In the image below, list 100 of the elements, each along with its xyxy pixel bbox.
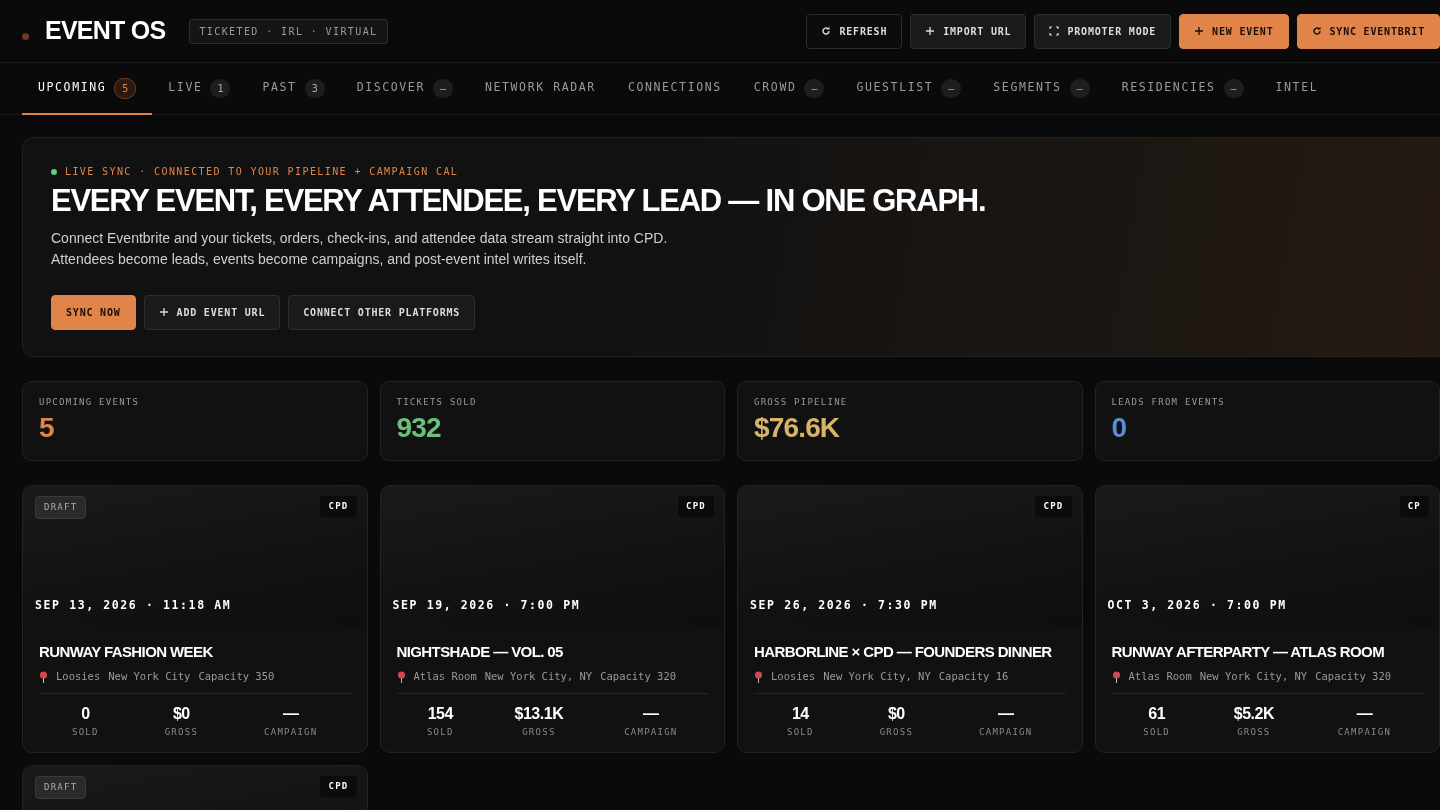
plus-icon	[158, 307, 169, 318]
header-button[interactable]: PROMOTER MODE	[1034, 13, 1172, 49]
capacity-text: Capacity 320	[1315, 669, 1392, 685]
metric-value: —	[642, 704, 660, 725]
count-badge: 1	[210, 78, 231, 98]
event-date: SEP 13, 2026 · 11:18 AM	[35, 596, 233, 614]
city-name: New York City, NY	[823, 669, 931, 685]
pin-icon	[396, 671, 406, 684]
source-tag: CPD	[1035, 495, 1072, 518]
nav-tab[interactable]: CONNECTIONS	[611, 63, 738, 115]
event-card[interactable]: CPD SEP 26, 2026 · 7:30 PM HARBORLINE × CPD — FOUNDERS DINNER Loosies New York City, NY Capacity 16 14 SOLD $0 GROSS — CAMPAIGN	[737, 484, 1083, 753]
tab-label: PAST	[262, 79, 297, 97]
stat-value: 932	[396, 413, 442, 445]
city-name: New York City	[108, 669, 191, 685]
stat-value: 0	[1111, 413, 1128, 445]
metric-label: CAMPAIGN	[624, 726, 678, 740]
pin-icon	[39, 671, 48, 684]
action-button[interactable]: ADD EVENT URL	[143, 294, 281, 330]
metric-value: —	[997, 704, 1015, 725]
event-card[interactable]: CPD SEP 19, 2026 · 7:00 PM NIGHTSHADE — VOL. 05 Atlas Room New York City, NY Capacity 320 154 SOLD $13.1K GROSS — CAMPAIGN	[379, 484, 725, 753]
nav-tab[interactable]: LIVE 1	[152, 63, 247, 115]
nav-tab[interactable]: UPCOMING 5	[22, 63, 153, 115]
count-badge: 3	[304, 78, 325, 98]
count-badge: —	[1223, 78, 1244, 98]
status-tag: DRAFT	[35, 775, 87, 800]
source-tag: CPD	[320, 775, 357, 798]
tab-label: SEGMENTS	[993, 79, 1062, 97]
city-name: New York City, NY	[484, 669, 593, 685]
capacity-text: Capacity 320	[600, 669, 677, 685]
count-badge: —	[804, 78, 825, 98]
count-badge: —	[1069, 78, 1090, 98]
tab-label: GUESTLIST	[856, 79, 934, 97]
metric-label: SOLD	[426, 726, 454, 740]
nav-tab[interactable]: DISCOVER —	[340, 63, 469, 115]
tab-label: INTEL	[1275, 79, 1319, 97]
metric-label: SOLD	[1143, 726, 1171, 740]
event-title: RUNWAY FASHION WEEK	[39, 641, 214, 662]
sync-status: LIVE SYNC · CONNECTED TO YOUR PIPELINE + CAMPAIGN CAL	[65, 165, 459, 179]
count-badge: —	[941, 78, 962, 98]
stat-label: LEADS FROM EVENTS	[1111, 395, 1227, 409]
event-title: NIGHTSHADE — VOL. 05	[396, 641, 564, 662]
metric-value: 61	[1147, 704, 1167, 725]
action-button[interactable]: CONNECT OTHER PLATFORMS	[288, 294, 476, 330]
brand-dot	[22, 32, 29, 40]
pin-icon	[1111, 671, 1121, 684]
nav-tab[interactable]: RESIDENCIES —	[1105, 63, 1260, 115]
event-card[interactable]: DRAFT CPD SEP 13, 2026 · 11:18 AM RUNWAY FASHION WEEK Loosies New York City Capacity 350 0 SOLD $0 GROSS — CAMPAIGN	[22, 484, 368, 753]
metric-label: GROSS	[1236, 726, 1272, 740]
tab-label: RESIDENCIES	[1121, 79, 1216, 97]
plus-icon	[1194, 26, 1205, 36]
metric-label: SOLD	[787, 726, 814, 740]
metric-value: 14	[790, 704, 810, 725]
header-button[interactable]: IMPORT URL	[910, 13, 1027, 49]
pin-icon	[754, 671, 763, 684]
metric-label: GROSS	[164, 726, 199, 740]
stat-value: $76.6K	[754, 413, 841, 445]
hero-title: EVERY EVENT, EVERY ATTENDEE, EVERY LEAD — IN ONE GRAPH.	[51, 185, 987, 218]
refresh-icon	[1311, 26, 1322, 36]
metric-label: CAMPAIGN	[979, 726, 1033, 740]
city-name: New York City, NY	[1199, 669, 1308, 685]
metric-value: —	[1355, 704, 1374, 725]
nav-tab[interactable]: CROWD —	[737, 63, 841, 115]
metric-value: $0	[171, 704, 191, 725]
event-title: HARBORLINE × CPD — FOUNDERS DINNER	[754, 641, 1053, 662]
nav-tab[interactable]: PAST 3	[246, 63, 341, 115]
plus-icon	[925, 26, 936, 36]
tab-label: CONNECTIONS	[627, 79, 722, 97]
app-title: EVENT OS	[45, 15, 166, 47]
header-button[interactable]: SYNC EVENTBRIT	[1296, 13, 1440, 49]
capacity-text: Capacity 350	[198, 669, 275, 685]
stat-label: TICKETS SOLD	[396, 395, 478, 409]
stat-value: 5	[39, 413, 55, 445]
metric-label: GROSS	[521, 726, 557, 740]
capacity-text: Capacity 16	[938, 669, 1009, 685]
tab-label: NETWORK RADAR	[484, 79, 596, 97]
event-card[interactable]: CP OCT 3, 2026 · 7:00 PM RUNWAY AFTERPARTY — ATLAS ROOM Atlas Room New York City, NY Capacity 320 61 SOLD $5.2K GROSS — CAMPAIGN	[1094, 484, 1440, 753]
nav-tab[interactable]: INTEL	[1259, 63, 1335, 115]
venue-name: Atlas Room	[413, 669, 477, 685]
stat-label: UPCOMING EVENTS	[39, 395, 141, 409]
nav-tab[interactable]: SEGMENTS —	[977, 63, 1106, 115]
event-card[interactable]: DRAFT CPD	[22, 764, 368, 810]
header-button[interactable]: REFRESH	[806, 13, 903, 49]
nav-tab[interactable]: GUESTLIST —	[840, 63, 978, 115]
metric-value: $5.2K	[1233, 704, 1274, 725]
event-date: OCT 3, 2026 · 7:00 PM	[1107, 596, 1288, 614]
hero-text: Connect Eventbrite and your tickets, orders, check-ins, and attendee data stream straight into CPD. Attendees become leads, events become campaigns, and post-event intel writes itself.	[51, 228, 669, 270]
frame-icon	[1049, 26, 1060, 36]
tab-label: UPCOMING	[38, 79, 107, 97]
venue-name: Loosies	[771, 669, 816, 685]
action-button[interactable]: SYNC NOW	[51, 294, 136, 330]
stat-label: GROSS PIPELINE	[754, 395, 849, 409]
event-title: RUNWAY AFTERPARTY — ATLAS ROOM	[1111, 641, 1386, 662]
venue-name: Loosies	[56, 669, 101, 685]
event-date: SEP 26, 2026 · 7:30 PM	[750, 596, 939, 614]
count-badge: 5	[114, 77, 137, 99]
metric-value: 0	[80, 704, 91, 725]
nav-tab[interactable]: NETWORK RADAR	[468, 63, 612, 115]
metric-value: —	[282, 704, 300, 725]
header-button[interactable]: NEW EVENT	[1179, 13, 1289, 49]
venue-name: Atlas Room	[1128, 669, 1192, 685]
